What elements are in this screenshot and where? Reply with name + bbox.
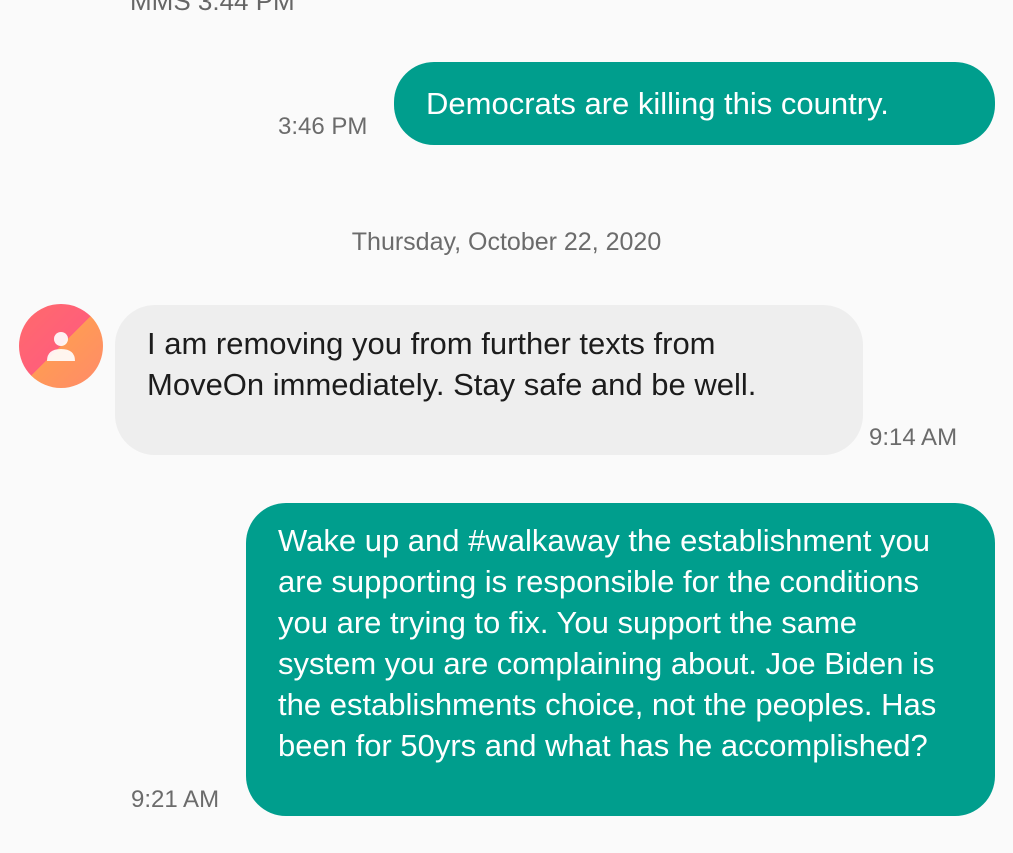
contact-avatar[interactable]	[19, 304, 103, 388]
outgoing-message-bubble[interactable]: Wake up and #walkaway the establishment …	[246, 503, 995, 816]
message-text: I am removing you from further texts fro…	[147, 326, 757, 402]
message-time: 3:46 PM	[278, 113, 368, 140]
message-time: 9:21 AM	[131, 786, 220, 813]
message-text: Wake up and #walkaway the establishment …	[278, 523, 937, 763]
incoming-message-bubble[interactable]: I am removing you from further texts fro…	[115, 305, 863, 455]
conversation-view: MMS 3:44 PM 3:46 PM Democrats are killin…	[0, 0, 1013, 853]
previous-message-time: MMS 3:44 PM	[130, 0, 295, 16]
outgoing-message-bubble[interactable]: Democrats are killing this country.	[394, 62, 995, 145]
person-icon	[47, 332, 75, 361]
date-separator: Thursday, October 22, 2020	[351, 228, 662, 256]
message-text: Democrats are killing this country.	[426, 86, 889, 121]
message-time: 9:14 AM	[869, 424, 958, 451]
